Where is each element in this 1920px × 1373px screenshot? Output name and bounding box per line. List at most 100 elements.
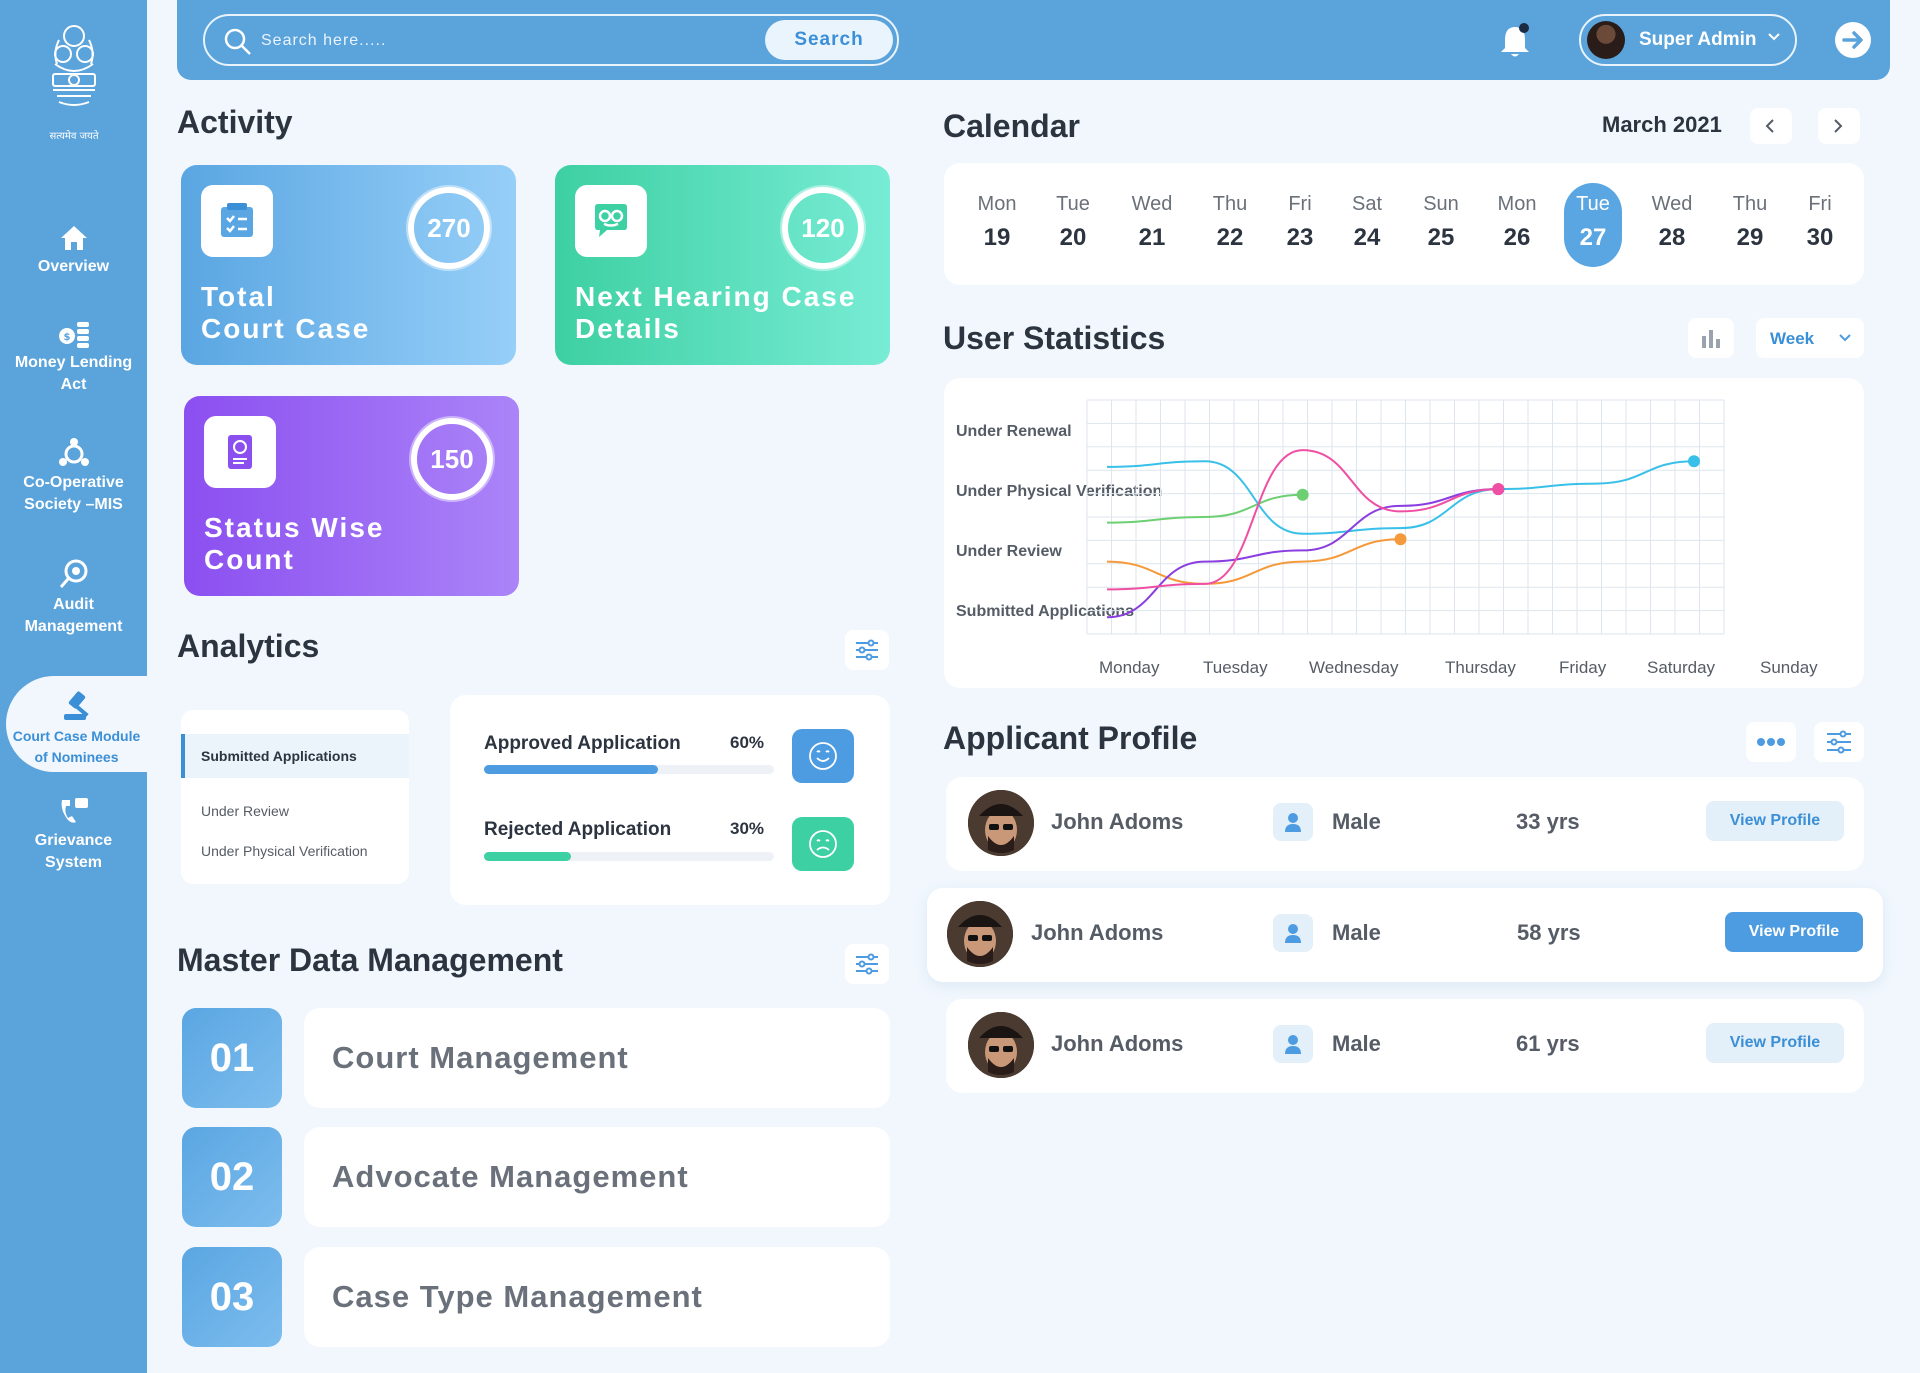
nav-overview[interactable]: Overview	[0, 224, 147, 278]
status-wise-count: 150	[430, 444, 474, 474]
applicant-age: 58 yrs	[1517, 920, 1581, 945]
user-menu[interactable]: Super Admin	[1579, 14, 1797, 66]
status-wise-count-card[interactable]: 150 Status Wise Count	[184, 396, 519, 596]
society-icon	[58, 438, 89, 466]
master-data-filter-button[interactable]	[845, 944, 889, 984]
user-icon	[1285, 813, 1301, 832]
calendar-day[interactable]: Fri 30	[1791, 183, 1849, 267]
list-item[interactable]: Under Review	[181, 803, 409, 819]
nav-audit-management[interactable]: Audit Management	[0, 558, 147, 638]
view-profile-button[interactable]: View Profile	[1706, 1023, 1844, 1063]
sliders-icon	[856, 639, 878, 661]
series-end-point	[1688, 455, 1700, 468]
calendar-day[interactable]: Mon 19	[968, 183, 1026, 267]
chevron-right-icon	[1834, 119, 1843, 133]
user-statistics-title: User Statistics	[943, 320, 1166, 356]
coins-icon: $	[58, 322, 89, 348]
checklist-icon-box	[201, 185, 273, 257]
sliders-icon	[1827, 730, 1851, 754]
top-bar: Search Super Admin	[177, 0, 1890, 80]
user-icon	[1285, 924, 1301, 943]
x-axis-label: Wednesday	[1309, 658, 1399, 677]
national-emblem-logo: सत्यमेव जयते	[34, 22, 114, 146]
nav-money-lending-act[interactable]: $ Money Lending Act	[0, 318, 147, 396]
calendar-day[interactable]: Mon 26	[1488, 183, 1546, 267]
period-select[interactable]: Week	[1756, 318, 1864, 358]
chart-type-button[interactable]	[1688, 318, 1734, 358]
total-court-case-count: 270	[427, 213, 471, 243]
nav-co-operative-label-2: Society –MIS	[24, 496, 123, 513]
list-item[interactable]: Under Physical Verification	[181, 843, 409, 859]
master-data-title: Master Data Management	[177, 942, 563, 978]
master-data-number: 03	[182, 1247, 282, 1347]
bell-icon[interactable]	[1497, 22, 1533, 60]
applicant-filter-button[interactable]	[1814, 722, 1864, 762]
applicant-row[interactable]: John Adoms Male 61 yrs View Profile	[946, 999, 1864, 1093]
user-icon-box	[1273, 803, 1313, 841]
approved-progress-fill	[484, 765, 658, 774]
activity-title: Activity	[177, 104, 293, 140]
calendar-next-button[interactable]	[1818, 108, 1860, 144]
gavel-icon	[63, 691, 89, 720]
applicant-row[interactable]: John Adoms Male 33 yrs View Profile	[946, 777, 1864, 871]
next-hearing-card[interactable]: 120 Next Hearing Case Details	[555, 165, 890, 365]
chevron-down-icon	[1839, 334, 1851, 342]
period-select-value: Week	[1770, 329, 1815, 348]
calendar-day[interactable]: Sat 24	[1338, 183, 1396, 267]
total-court-case-card[interactable]: 270 Total Court Case	[181, 165, 516, 365]
search-input[interactable]	[261, 28, 741, 54]
calendar-day-selected[interactable]: Tue 27	[1564, 183, 1622, 267]
x-axis-label: Friday	[1559, 658, 1607, 677]
calendar-prev-button[interactable]	[1750, 108, 1792, 144]
nav-court-case-module[interactable]: Court Case Module of Nominees	[6, 676, 147, 772]
x-axis-label: Saturday	[1647, 658, 1716, 677]
calendar-day[interactable]: Tue 20	[1044, 183, 1102, 267]
chat-icon-box	[575, 185, 647, 257]
analytics-title: Analytics	[177, 628, 320, 664]
rejected-percent: 30%	[730, 819, 765, 838]
court-management-row[interactable]: Court Management	[304, 1008, 890, 1108]
nav-co-operative-society[interactable]: Co-Operative Society –MIS	[0, 438, 147, 516]
search-button[interactable]: Search	[765, 20, 893, 60]
advocate-management-row[interactable]: Advocate Management	[304, 1127, 890, 1227]
next-hearing-count: 120	[801, 213, 845, 243]
series-line	[1106, 488, 1499, 619]
case-type-management-row[interactable]: Case Type Management	[304, 1247, 890, 1347]
calendar-day[interactable]: Sun 25	[1412, 183, 1470, 267]
total-court-case-title: Total Court Case	[201, 281, 371, 344]
applicant-name: John Adoms	[1051, 809, 1184, 834]
nav-grievance-label-1: Grievance	[34, 832, 113, 849]
more-options-button[interactable]	[1746, 722, 1796, 762]
nav-grievance-system[interactable]: Grievance System	[0, 796, 147, 874]
analytics-filter-button[interactable]	[845, 630, 889, 670]
list-item[interactable]: Submitted Applications	[181, 734, 409, 778]
calendar-day[interactable]: Thu 29	[1721, 183, 1779, 267]
calendar-day[interactable]: Wed 28	[1643, 183, 1701, 267]
approved-face-button[interactable]	[792, 729, 854, 783]
calendar-day[interactable]: Fri 23	[1271, 183, 1329, 267]
calendar-day[interactable]: Wed 21	[1123, 183, 1181, 267]
applicant-age: 61 yrs	[1516, 1031, 1580, 1056]
view-profile-button[interactable]: View Profile	[1725, 912, 1863, 952]
view-profile-button[interactable]: View Profile	[1706, 801, 1844, 841]
nav-money-lending-label-1: Money Lending	[14, 354, 133, 371]
home-icon	[60, 226, 87, 250]
search-icon	[224, 28, 251, 55]
search-box: Search	[203, 14, 899, 66]
smile-icon	[809, 742, 837, 770]
checklist-icon	[221, 203, 253, 237]
audit-icon	[59, 559, 87, 588]
series-end-point	[1296, 488, 1309, 501]
line-chart-svg	[1086, 399, 1725, 635]
nav-court-case-item[interactable]: Court Case Module of Nominees	[6, 676, 147, 772]
applicant-row[interactable]: John Adoms Male 58 yrs View Profile	[927, 888, 1883, 982]
svg-text:$: $	[63, 332, 70, 343]
logout-icon[interactable]	[1833, 20, 1873, 60]
emblem-caption: सत्यमेव जयते	[49, 131, 99, 142]
calendar-day[interactable]: Thu 22	[1201, 183, 1259, 267]
nav-co-operative-label-1: Co-Operative	[23, 474, 124, 491]
document-icon	[228, 435, 252, 469]
rejected-face-button[interactable]	[792, 817, 854, 871]
x-axis-label: Tuesday	[1203, 658, 1268, 677]
master-data-number: 02	[182, 1127, 282, 1227]
